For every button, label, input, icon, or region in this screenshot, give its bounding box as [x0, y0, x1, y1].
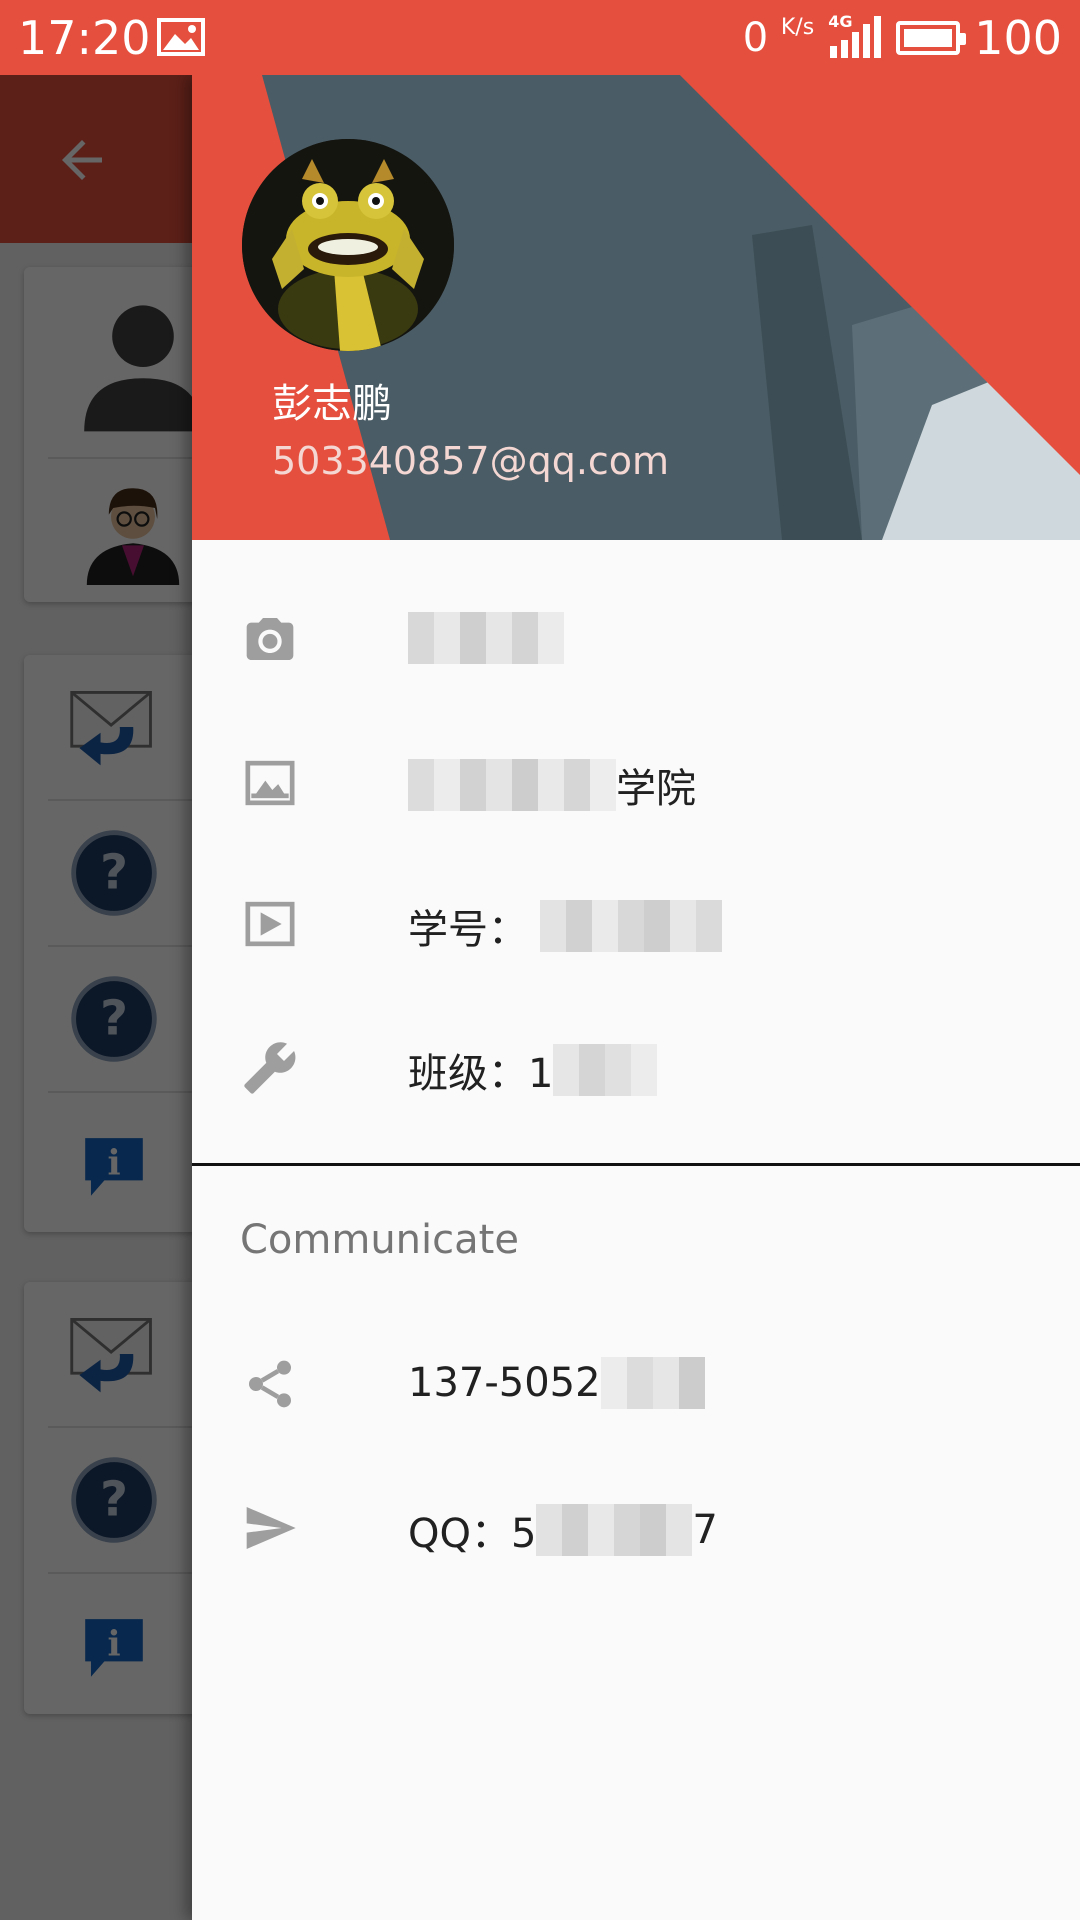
user-email: 503340857@qq.com [272, 439, 670, 483]
signal-icon: 4G [828, 12, 882, 60]
drawer-item-label [408, 612, 564, 664]
drawer-item-student-id[interactable]: 学号： [192, 853, 1080, 993]
drawer-item-text: QQ：5 [408, 1511, 537, 1557]
section-title: Communicate [240, 1217, 519, 1263]
battery-level: 100 [974, 11, 1062, 65]
network-speed: 0 K/s [743, 15, 814, 61]
drawer-item-label: 班级：1 [408, 1041, 658, 1099]
play-icon [245, 901, 295, 947]
redacted-text [536, 1504, 693, 1556]
drawer-item-label: 学号： [408, 897, 722, 955]
drawer-item-text: 班级：1 [408, 1051, 554, 1097]
status-bar: 17:20 0 K/s 4G 100 [0, 0, 1080, 75]
send-icon [246, 1507, 296, 1549]
share-icon [249, 1360, 291, 1408]
frog-avatar-image [242, 139, 454, 351]
wrench-icon [244, 1042, 296, 1094]
drawer-item-label: 137-5052 [408, 1357, 705, 1409]
drawer-item-text: 137-5052 [408, 1360, 601, 1406]
image-icon [157, 18, 205, 56]
speed-value: 0 [742, 15, 769, 61]
speed-unit: K/s [780, 15, 815, 40]
drawer-item-phone[interactable]: 137-5052 [192, 1313, 1080, 1453]
drawer-header: 彭志鹏 503340857@qq.com [192, 75, 1080, 540]
redacted-text [553, 1044, 658, 1096]
redacted-text [600, 1357, 705, 1409]
drawer-item-college[interactable]: 学院 [192, 712, 1080, 852]
navigation-drawer: 彭志鹏 503340857@qq.com 学院 学号： 班级：1 Communi… [192, 75, 1080, 1920]
drawer-item-text-end: 7 [692, 1507, 718, 1553]
battery-icon [896, 21, 967, 55]
image-icon [245, 760, 295, 806]
drawer-item-label: 学院 [408, 756, 696, 814]
drawer-item-label: QQ：5 7 [408, 1501, 718, 1559]
drawer-item-qq[interactable]: QQ：5 7 [192, 1457, 1080, 1597]
user-avatar[interactable] [242, 139, 454, 351]
redacted-text [408, 612, 564, 664]
camera-icon [246, 618, 294, 660]
redacted-text [408, 759, 616, 811]
drawer-item-photo[interactable] [192, 568, 1080, 708]
drawer-item-text: 学号： [408, 907, 528, 953]
redacted-text [540, 900, 722, 952]
section-divider [192, 1163, 1080, 1166]
user-name: 彭志鹏 [272, 381, 392, 427]
drawer-item-class[interactable]: 班级：1 [192, 997, 1080, 1137]
drawer-item-text: 学院 [616, 766, 696, 812]
status-time: 17:20 [18, 11, 151, 65]
